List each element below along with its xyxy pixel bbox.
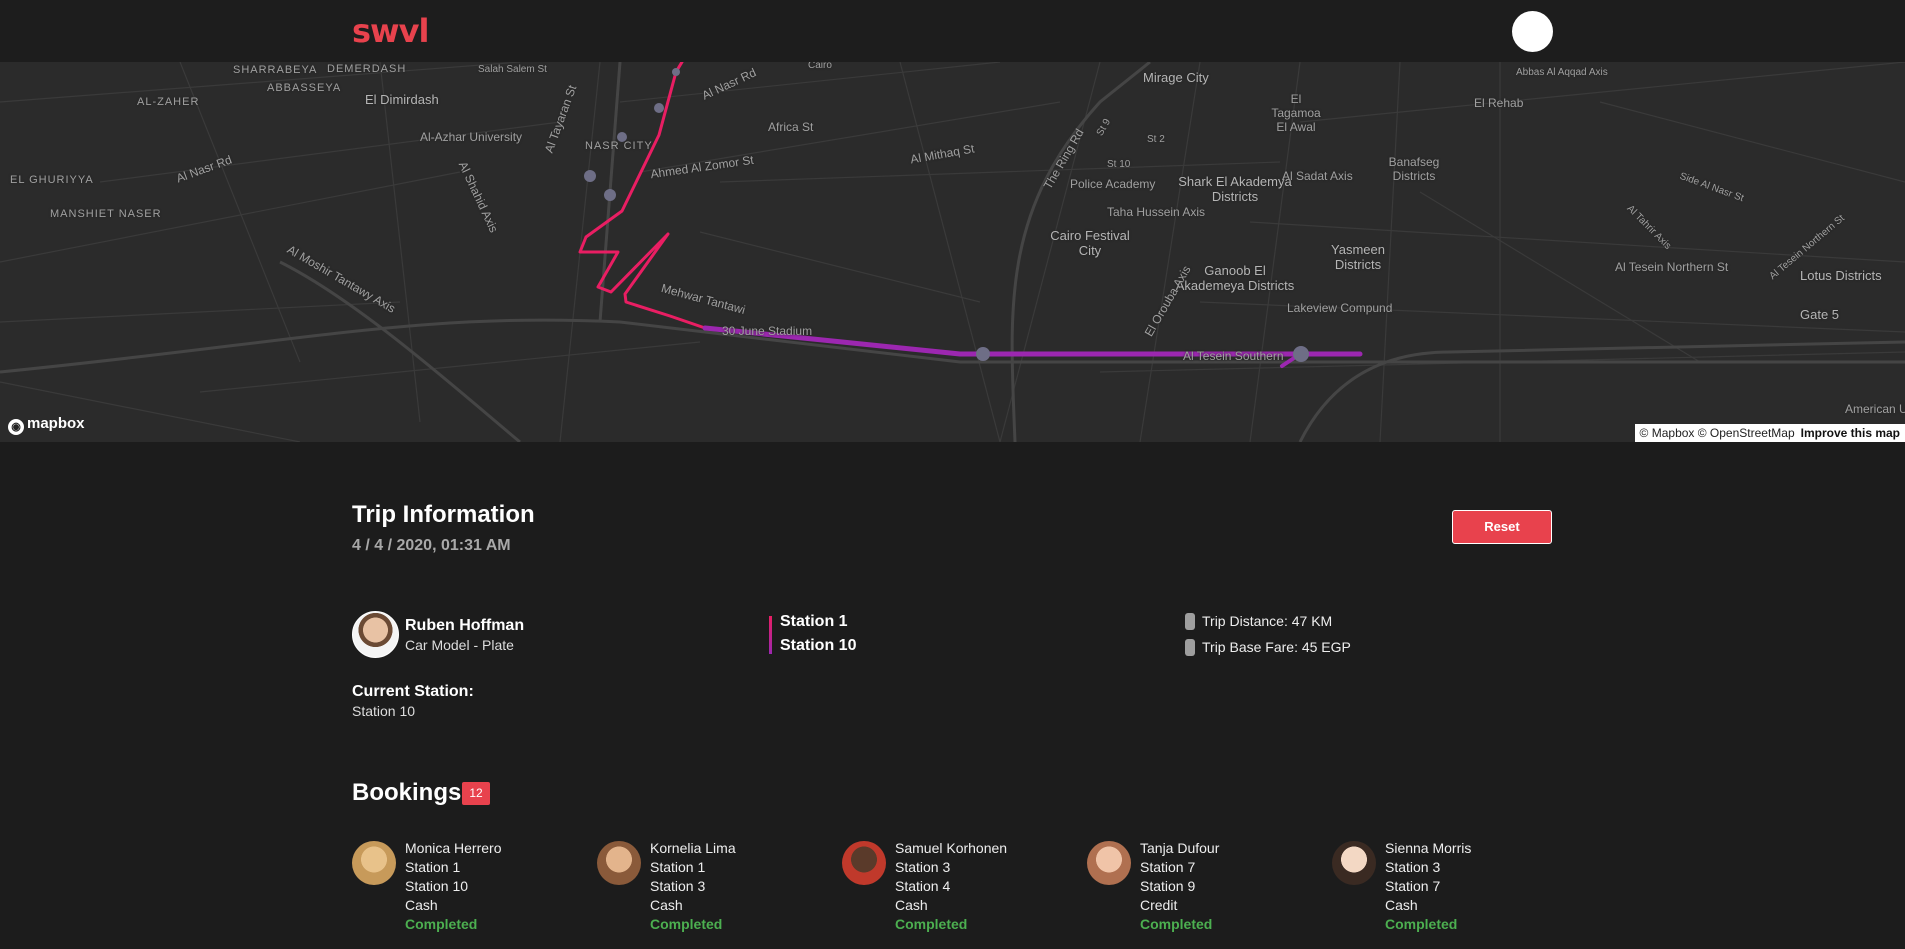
reset-button[interactable]: Reset	[1452, 510, 1552, 544]
map-label: MANSHIET NASER	[50, 208, 162, 220]
map-label: Mirage City	[1143, 70, 1209, 85]
bookings-heading: Bookings	[352, 779, 462, 806]
map-attribution: © Mapbox © OpenStreetMap Improve this map	[1634, 424, 1905, 442]
dropoff-station: Station 7	[1385, 878, 1441, 894]
route-line	[578, 62, 1363, 368]
page-title: Trip Information	[352, 501, 535, 528]
map-label: Al Tesein Southern	[1183, 349, 1284, 363]
map-label: Al Sadat Axis	[1282, 169, 1353, 183]
pickup-station: Station 3	[895, 859, 951, 875]
passenger-name: Tanja Dufour	[1140, 840, 1220, 856]
payment-method: Cash	[895, 897, 928, 913]
top-nav-bar: swvl	[0, 0, 1905, 62]
improve-map-link[interactable]: Improve this map	[1801, 426, 1900, 440]
trip-base-fare: Trip Base Fare: 45 EGP	[1202, 639, 1351, 655]
passenger-avatar	[842, 841, 886, 885]
driver-car: Car Model - Plate	[405, 637, 514, 653]
map-label: Shark El Akademya Districts	[1178, 174, 1292, 204]
map-label: ABBASSEYA	[267, 82, 342, 94]
map-label: Cairo	[808, 62, 832, 71]
map-label: 30 June Stadium	[722, 324, 813, 338]
map-label: Yasmeen Districts	[1331, 242, 1385, 272]
route-end-station: Station 10	[780, 637, 857, 654]
map-label: NASR CITY	[585, 140, 653, 152]
map-label: Abbas Al Aqqad Axis	[1516, 67, 1608, 78]
map-label: Salah Salem St	[478, 64, 547, 75]
payment-method: Cash	[405, 897, 438, 913]
map-label: St 10	[1107, 159, 1131, 170]
passenger-avatar	[1087, 841, 1131, 885]
driver-name: Ruben Hoffman	[405, 617, 525, 634]
trip-date: 4 / 4 / 2020, 01:31 AM	[352, 537, 511, 554]
passenger-name: Kornelia Lima	[650, 840, 736, 856]
map-label: Cairo Festival City	[1050, 228, 1130, 258]
booking-card[interactable]: Sienna Morris Station 3 Station 7 Cash C…	[1332, 839, 1532, 949]
passenger-avatar	[1332, 841, 1376, 885]
map-label: St 2	[1147, 134, 1165, 145]
dropoff-station: Station 9	[1140, 878, 1196, 894]
map-label: AL-ZAHER	[137, 96, 200, 108]
map-label: American U	[1845, 402, 1905, 416]
booking-status: Completed	[650, 916, 723, 932]
attribution-text: © Mapbox © OpenStreetMap	[1639, 426, 1795, 440]
passenger-name: Monica Herrero	[405, 840, 502, 856]
map-label: EL GHURIYYA	[10, 174, 94, 186]
pickup-station: Station 3	[1385, 859, 1441, 875]
passenger-avatar	[352, 841, 396, 885]
trip-distance: Trip Distance: 47 KM	[1202, 613, 1333, 629]
map-label: El Dimirdash	[365, 92, 439, 107]
route-indicator	[769, 616, 772, 654]
booking-card[interactable]: Kornelia Lima Station 1 Station 3 Cash C…	[597, 839, 797, 949]
map-label: Gate 5	[1800, 307, 1840, 322]
map-label: Police Academy	[1070, 177, 1156, 191]
dropoff-station: Station 4	[895, 878, 951, 894]
current-station-label: Current Station:	[352, 683, 474, 700]
booking-card[interactable]: Monica Herrero Station 1 Station 10 Cash…	[352, 839, 552, 949]
map-label: Africa St	[768, 120, 814, 134]
booking-status: Completed	[1385, 916, 1458, 932]
booking-details: Sienna Morris Station 3 Station 7 Cash C…	[1385, 839, 1471, 934]
swvl-logo[interactable]: swvl	[352, 12, 429, 50]
fare-icon	[1185, 639, 1195, 656]
pickup-station: Station 1	[405, 859, 461, 875]
pickup-station: Station 1	[650, 859, 706, 875]
bookings-count-badge: 12	[462, 782, 490, 805]
booking-details: Kornelia Lima Station 1 Station 3 Cash C…	[650, 839, 736, 934]
driver-avatar	[352, 611, 399, 658]
passenger-name: Sienna Morris	[1385, 840, 1472, 856]
map-label: El Tagamoa El Awal	[1271, 92, 1321, 134]
map-label: Lotus Districts	[1800, 268, 1882, 283]
passenger-name: Samuel Korhonen	[895, 840, 1008, 856]
payment-method: Credit	[1140, 897, 1178, 913]
mapbox-logo[interactable]: ◉ mapbox	[8, 415, 85, 435]
booking-details: Tanja Dufour Station 7 Station 9 Credit …	[1140, 839, 1219, 934]
map-label: Al-Azhar University	[420, 130, 523, 144]
booking-details: Samuel Korhonen Station 3 Station 4 Cash…	[895, 839, 1007, 934]
booking-details: Monica Herrero Station 1 Station 10 Cash…	[405, 839, 501, 934]
dropoff-station: Station 3	[650, 878, 706, 894]
booking-status: Completed	[1140, 916, 1213, 932]
current-station-value: Station 10	[352, 703, 416, 719]
user-avatar-button[interactable]	[1512, 11, 1553, 52]
map-label: SHARRABEYA	[233, 64, 318, 76]
booking-card[interactable]: Tanja Dufour Station 7 Station 9 Credit …	[1087, 839, 1287, 949]
passenger-avatar	[597, 841, 641, 885]
payment-method: Cash	[1385, 897, 1418, 913]
map-label: Lakeview Compund	[1287, 301, 1393, 315]
map-label: DEMERDASH	[327, 63, 407, 75]
map-label: Taha Hussein Axis	[1107, 205, 1206, 219]
dropoff-station: Station 10	[405, 878, 469, 894]
booking-status: Completed	[895, 916, 968, 932]
booking-status: Completed	[405, 916, 478, 932]
booking-card[interactable]: Samuel Korhonen Station 3 Station 4 Cash…	[842, 839, 1042, 949]
distance-icon	[1185, 613, 1195, 630]
pickup-station: Station 7	[1140, 859, 1196, 875]
mapbox-icon: ◉	[8, 419, 24, 435]
route-start-station: Station 1	[780, 613, 848, 630]
route-map[interactable]: SHARRABEYA DEMERDASH ABBASSEYA El Dimird…	[0, 62, 1905, 442]
payment-method: Cash	[650, 897, 683, 913]
map-label: El Rehab	[1474, 96, 1524, 110]
map-label: Al Tesein Northern St	[1615, 260, 1729, 274]
map-label: Banafseg Districts	[1388, 155, 1440, 183]
